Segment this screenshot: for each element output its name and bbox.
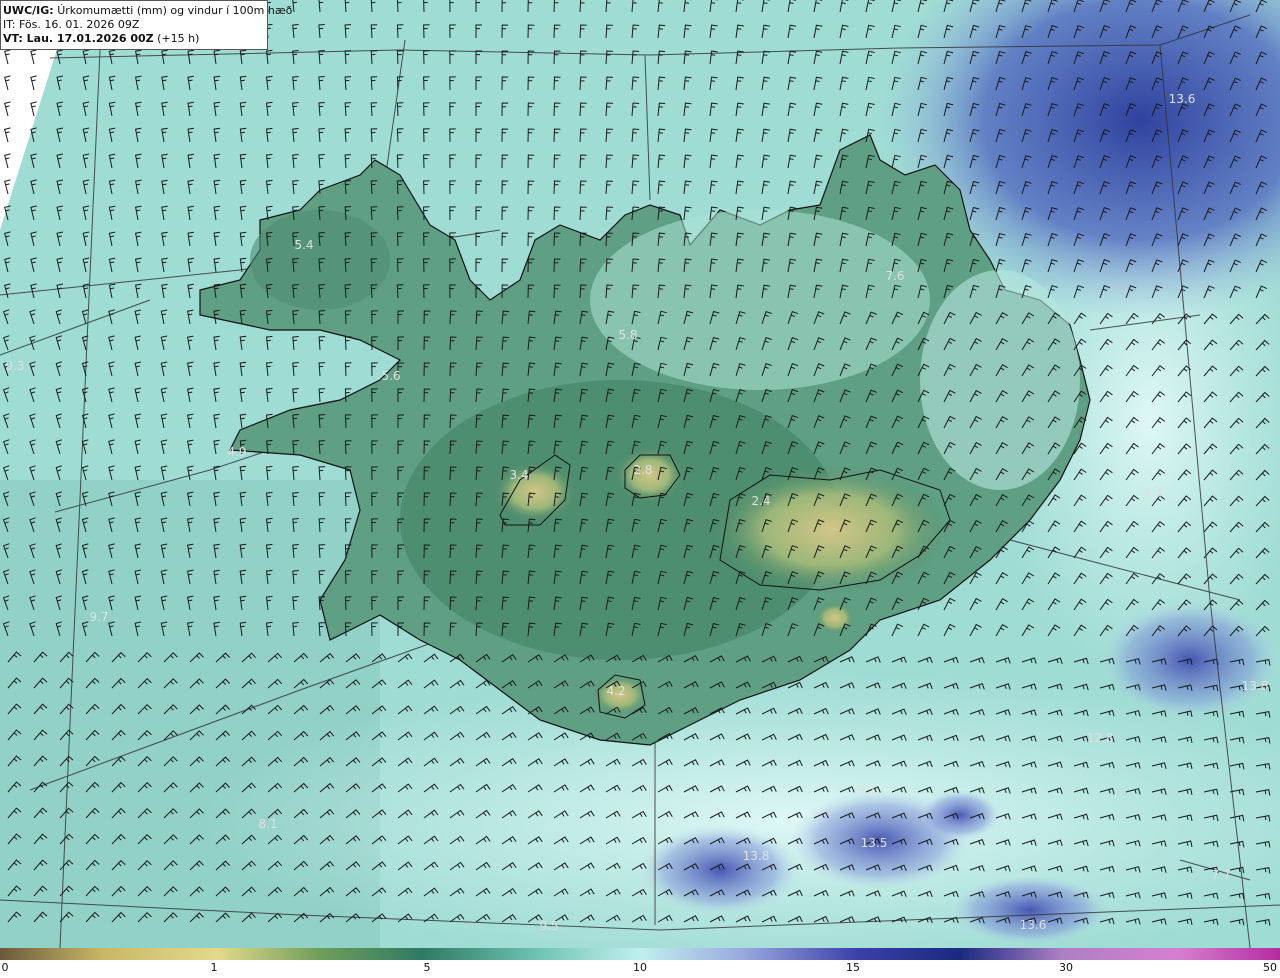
colorbar-tick-50: 50 xyxy=(1263,961,1277,974)
map-value-label: 13.8 xyxy=(743,849,770,863)
east-light-shade xyxy=(920,270,1080,490)
map-value-label: 7.6 xyxy=(885,269,904,283)
colorbar-tick-5: 5 xyxy=(423,961,431,974)
south-precip-cell-4 xyxy=(920,790,1000,840)
map-value-label: 8.1 xyxy=(258,817,277,831)
colorbar: 0 1 5 10 15 30 50 xyxy=(0,948,1280,978)
glacier-southeast xyxy=(815,602,855,634)
colorbar-tick-30: 30 xyxy=(1059,961,1073,974)
precipitation-wind-map: 13.6 5.4 7.6 5.8 9.3 5.6 4.9 3.4 2.8 2.4 8.4 9.7 4.2… xyxy=(0,0,1280,948)
colorbar-tick-15: 15 xyxy=(846,961,860,974)
lead-time: (+15 h) xyxy=(157,32,200,45)
glacier-vatnajokull xyxy=(710,465,950,595)
valid-time: VT: Lau. 17.01.2026 00Z xyxy=(3,32,154,45)
map-value-label: 9.3 xyxy=(5,359,24,373)
map-title: Úrkomumætti (mm) og vindur í 100m hæð xyxy=(57,4,293,17)
map-value-label: 4.2 xyxy=(606,684,625,698)
map-value-label: 13.5 xyxy=(861,836,888,850)
north-light-shade xyxy=(590,210,930,390)
map-value-label: 12.8 xyxy=(1087,731,1114,745)
map-value-label: 2.4 xyxy=(751,494,770,508)
map-value-label: 8.4 xyxy=(1143,486,1162,500)
map-value-label: 13.8 xyxy=(1242,679,1269,693)
map-value-label: 13.6 xyxy=(1020,918,1047,932)
map-value-label: 2.8 xyxy=(633,463,652,477)
colorbar-tick-0: 0 xyxy=(1,961,9,974)
colorbar-strip xyxy=(0,948,1280,960)
colorbar-tick-1: 1 xyxy=(210,961,218,974)
south-precip-cell-3 xyxy=(950,875,1110,945)
map-value-label: 3.4 xyxy=(509,468,528,482)
map-value-label: 9.5 xyxy=(539,919,558,933)
map-value-label: 5.4 xyxy=(294,238,313,252)
map-value-label: 13.6 xyxy=(1169,92,1196,106)
southeast-precip-cell xyxy=(1100,600,1280,720)
map-value-label: 4.9 xyxy=(227,445,246,459)
colorbar-tick-10: 10 xyxy=(633,961,647,974)
map-value-label: 9.7 xyxy=(89,610,108,624)
map-info-box: UWC/IG: Úrkomumætti (mm) og vindur í 100… xyxy=(0,0,292,50)
title-line: UWC/IG: Úrkomumætti (mm) og vindur í 100… xyxy=(3,4,292,18)
map-value-label: 9.1 xyxy=(857,783,876,797)
initial-time: IT: Fös. 16. 01. 2026 09Z xyxy=(3,18,140,31)
map-value-label: 5.8 xyxy=(618,328,637,342)
map-value-label: 7.7 xyxy=(1211,868,1230,882)
product-code: UWC/IG: xyxy=(3,4,54,17)
map-value-label: 5.6 xyxy=(381,369,400,383)
valid-time-line: VT: Lau. 17.01.2026 00Z (+15 h) xyxy=(3,32,267,46)
